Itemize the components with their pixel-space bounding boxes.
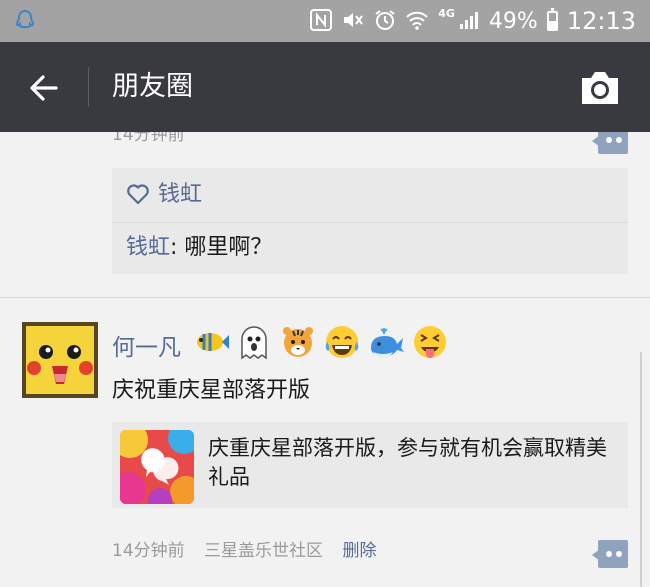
interaction-box: 钱虹 钱虹: 哪里啊？ [112,168,628,274]
back-arrow-icon [30,75,58,101]
page-title: 朋友圈 [112,71,193,102]
share-thumbnail [120,430,194,504]
liker-name[interactable]: 钱虹 [158,168,202,222]
tongue-out-icon [410,322,450,362]
notification-icon [12,8,38,34]
title-divider [88,67,89,107]
scrollbar[interactable] [640,352,642,587]
delete-button[interactable]: 删除 [342,541,376,561]
ghost-icon [234,322,274,362]
moments-feed: 14分钟前 钱虹 钱虹: 哪里啊？ 何一凡 庆祝重庆星部落开版 庆重庆星部落开版… [0,132,650,587]
likes-row: 钱虹 [112,168,628,223]
whale-icon [366,322,406,362]
heart-icon [126,182,150,206]
back-button[interactable] [26,70,62,106]
nfc-icon [310,8,333,34]
comment-button[interactable] [592,132,628,156]
post-source[interactable]: 三星盖乐世社区 [204,541,323,561]
comment-button[interactable] [592,540,628,570]
post-meta: 14分钟前 三星盖乐世社区 删除 [112,536,390,561]
post-divider [0,297,650,298]
wifi-icon [405,9,429,34]
comment-item[interactable]: 钱虹: 哪里啊？ [126,224,272,272]
post-time: 14分钟前 [112,132,185,145]
battery-icon [546,8,558,31]
title-bar: 朋友圈 [0,42,650,132]
alarm-icon [374,9,396,34]
post-text: 庆祝重庆星部落开版 [112,378,311,403]
post-time: 14分钟前 [112,541,185,561]
comment-author[interactable]: 钱虹 [126,235,170,260]
status-bar: 4G 49% 12:13 [0,0,650,42]
battery-percent: 49% [488,8,538,34]
signal-icon [458,9,480,34]
battery-level [548,21,556,29]
tiger-icon [278,322,318,362]
comment-text: 哪里啊？ [184,235,273,260]
mute-icon [341,9,365,34]
tears-of-joy-icon [322,322,362,362]
camera-icon [582,72,618,104]
avatar[interactable] [22,322,98,398]
emoji-row [190,322,450,362]
fish-icon [190,322,230,362]
network-type: 4G [438,6,455,20]
clock: 12:13 [566,7,636,35]
post-author[interactable]: 何一凡 [112,328,181,362]
share-title: 庆重庆星部落开版，参与就有机会赢取精美礼品 [208,436,607,489]
shared-link-card[interactable]: 庆重庆星部落开版，参与就有机会赢取精美礼品 [112,422,628,508]
camera-button[interactable] [578,70,622,106]
comment-separator: : [170,235,185,260]
